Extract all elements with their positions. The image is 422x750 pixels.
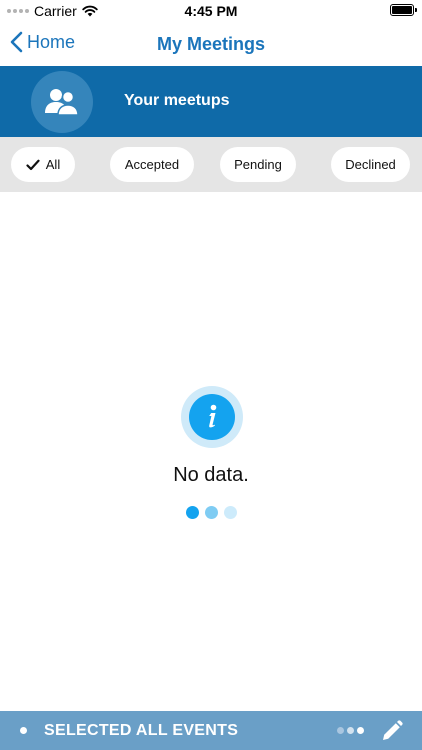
info-icon bbox=[189, 394, 235, 440]
filter-chip-pending[interactable]: Pending bbox=[220, 147, 296, 182]
group-avatar bbox=[31, 71, 93, 133]
status-time: 4:45 PM bbox=[184, 3, 238, 19]
empty-state-message: No data. bbox=[173, 464, 249, 486]
edit-button[interactable] bbox=[380, 719, 404, 743]
bullet-icon bbox=[20, 727, 27, 734]
checkmark-icon bbox=[26, 159, 40, 170]
page-title: My Meetings bbox=[156, 34, 266, 54]
filter-chip-label: Accepted bbox=[124, 157, 180, 172]
bottom-bar: SELECTED ALL EVENTS bbox=[0, 711, 422, 750]
filter-chip-label: All bbox=[45, 157, 61, 172]
info-icon-halo bbox=[181, 386, 243, 448]
page-dot bbox=[337, 727, 344, 734]
filter-chip-label: Pending bbox=[234, 157, 282, 172]
header-banner: Your meetups bbox=[0, 66, 422, 137]
loading-dot bbox=[224, 506, 237, 519]
status-bar: Carrier 4:45 PM bbox=[0, 0, 422, 22]
navigation-bar: Home My Meetings bbox=[0, 22, 422, 66]
page-dot bbox=[357, 727, 364, 734]
loading-dot bbox=[205, 506, 218, 519]
filter-chip-declined[interactable]: Declined bbox=[331, 147, 410, 182]
filter-chip-all[interactable]: All bbox=[11, 147, 75, 182]
page-indicator bbox=[337, 727, 364, 734]
loading-dot bbox=[186, 506, 199, 519]
group-icon bbox=[45, 89, 79, 116]
loading-dots bbox=[186, 506, 237, 519]
filter-bar: All Accepted Pending Declined bbox=[0, 137, 422, 192]
page-dot bbox=[347, 727, 354, 734]
selected-events-label: SELECTED ALL EVENTS bbox=[44, 722, 239, 739]
banner-title: Your meetups bbox=[124, 92, 230, 109]
battery-icon bbox=[390, 4, 417, 16]
filter-chip-accepted[interactable]: Accepted bbox=[110, 147, 194, 182]
pencil-icon bbox=[383, 720, 403, 740]
filter-chip-label: Declined bbox=[345, 157, 396, 172]
